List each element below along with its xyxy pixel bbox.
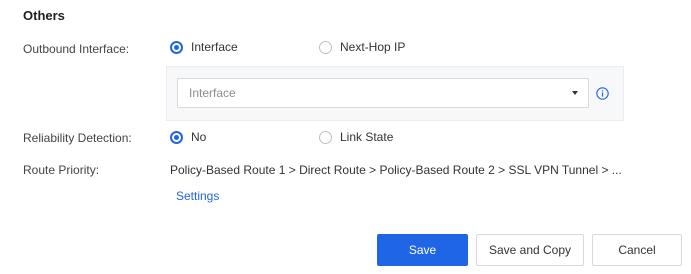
radio-unchecked-icon xyxy=(319,40,332,54)
save-button[interactable]: Save xyxy=(377,234,468,266)
radio-link-state[interactable]: Link State xyxy=(319,130,393,144)
radio-no-label: No xyxy=(191,130,207,144)
radio-no[interactable]: No xyxy=(170,130,206,144)
radio-checked-icon xyxy=(170,130,183,144)
radio-checked-icon xyxy=(170,40,183,54)
caret-down-icon xyxy=(572,91,578,95)
radio-link-state-label: Link State xyxy=(340,130,394,144)
info-icon[interactable] xyxy=(596,87,609,100)
radio-interface[interactable]: Interface xyxy=(170,40,238,54)
section-title: Others xyxy=(23,8,65,23)
interface-select[interactable]: Interface xyxy=(177,78,589,108)
save-and-copy-button[interactable]: Save and Copy xyxy=(476,234,584,266)
route-priority-value: Policy-Based Route 1 > Direct Route > Po… xyxy=(170,163,622,177)
radio-interface-label: Interface xyxy=(191,40,238,54)
outbound-interface-label: Outbound Interface: xyxy=(23,42,130,56)
cancel-button[interactable]: Cancel xyxy=(592,234,682,266)
radio-unchecked-icon xyxy=(319,130,332,144)
settings-link[interactable]: Settings xyxy=(176,189,219,203)
radio-next-hop-ip-label: Next-Hop IP xyxy=(340,40,406,54)
interface-select-placeholder: Interface xyxy=(189,86,236,100)
radio-next-hop-ip[interactable]: Next-Hop IP xyxy=(319,40,405,54)
route-priority-label: Route Priority: xyxy=(23,163,100,177)
reliability-detection-label: Reliability Detection: xyxy=(23,131,132,145)
